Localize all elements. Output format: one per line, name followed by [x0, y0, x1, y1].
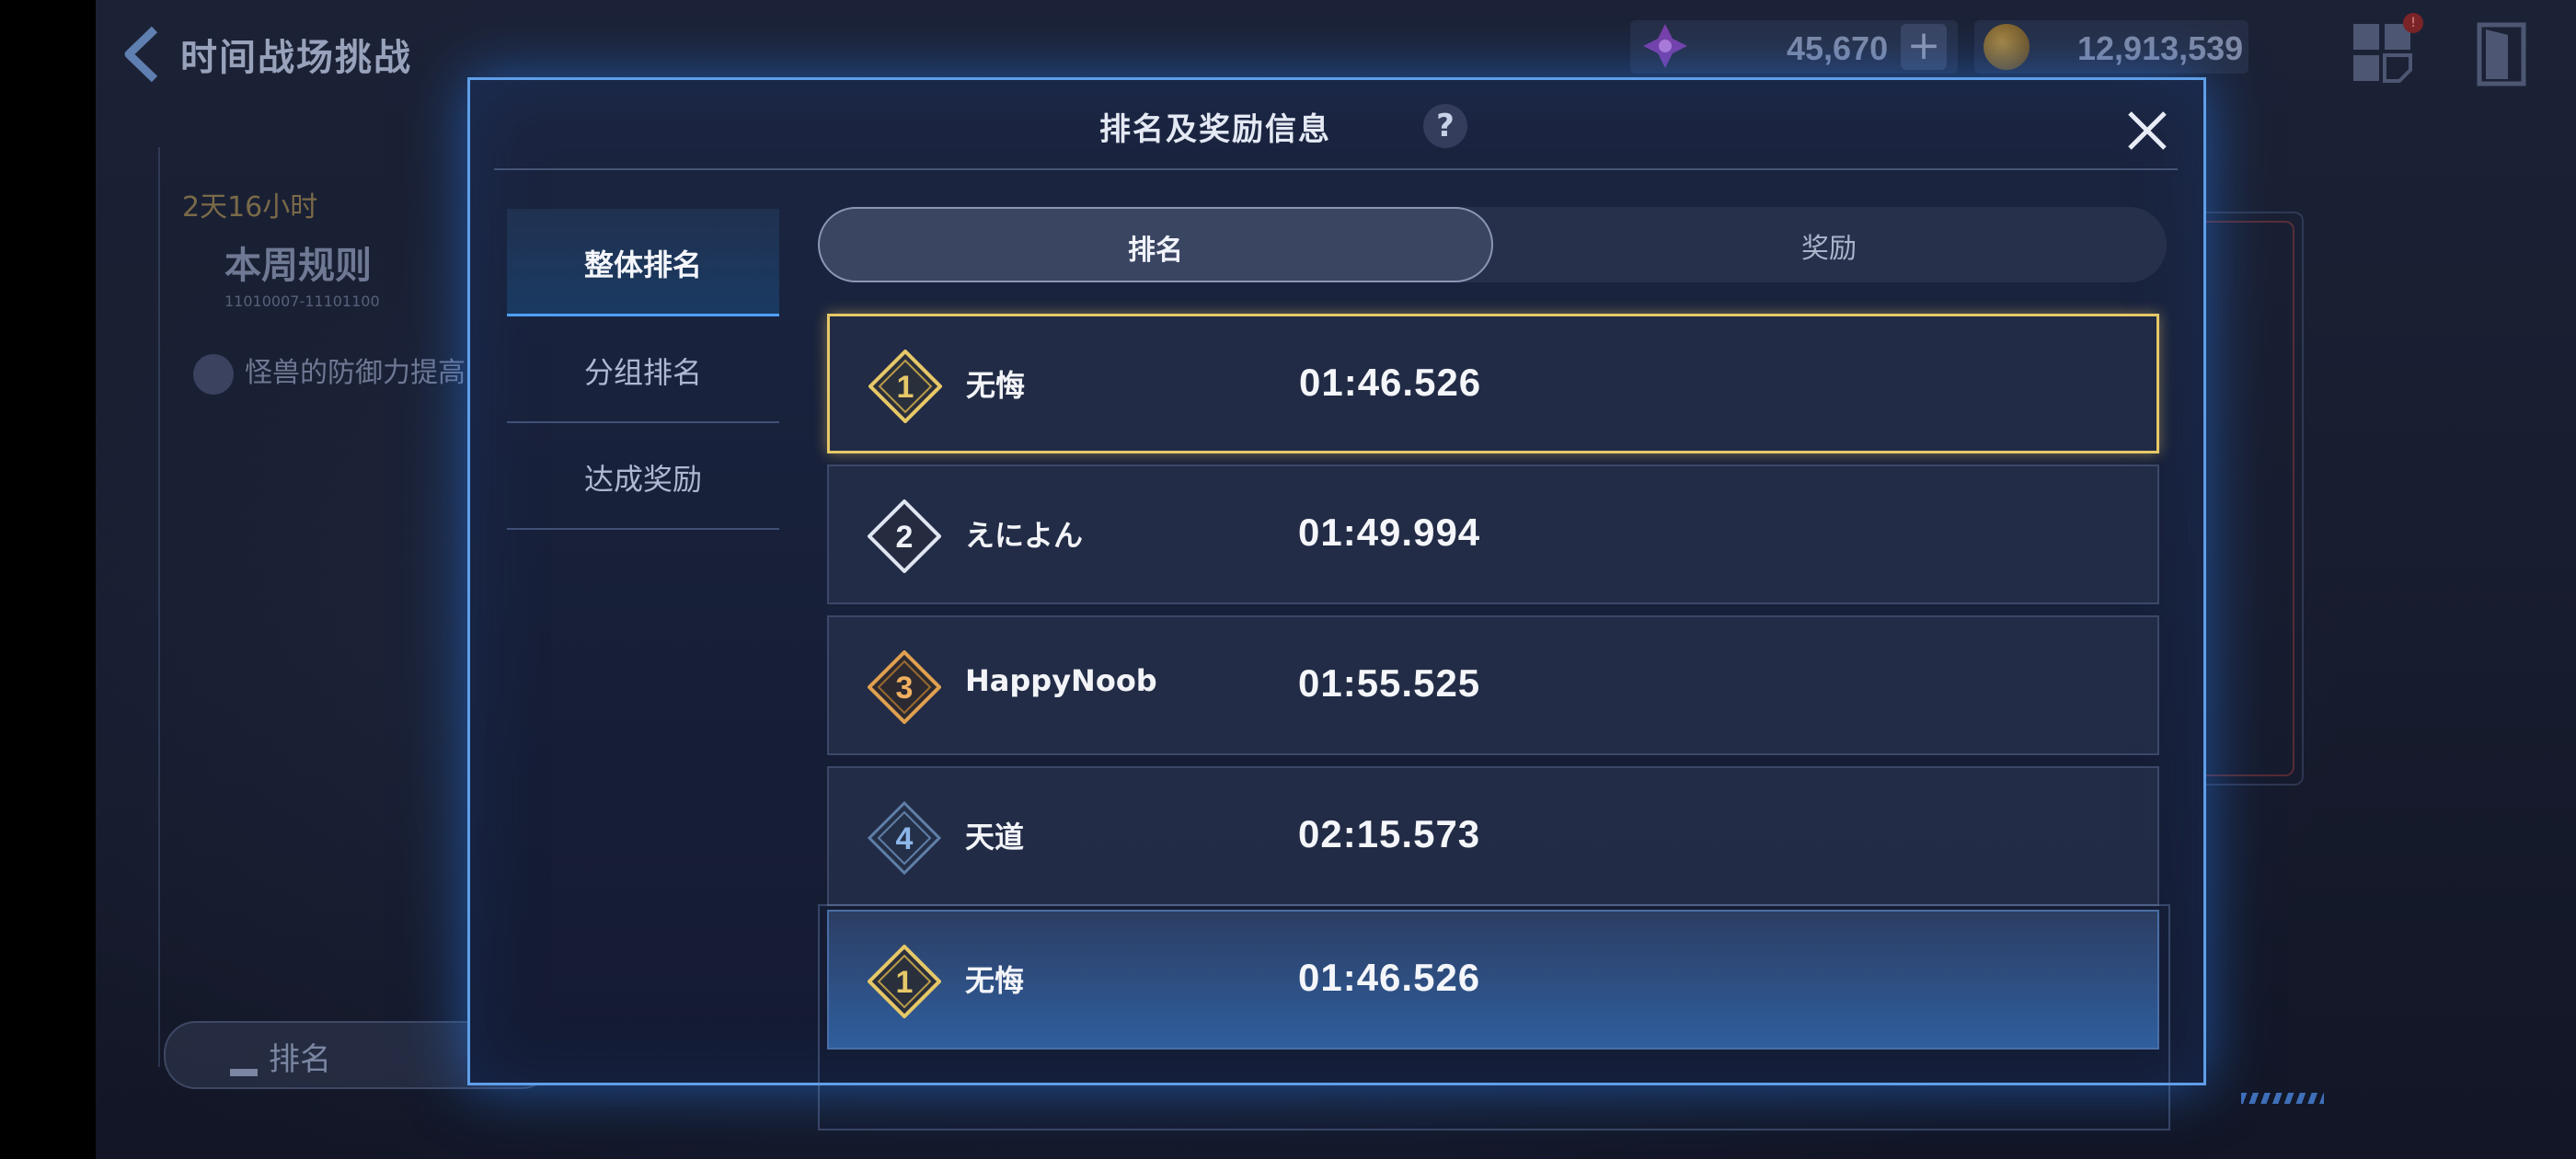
weekly-rule-code: 11010007-11101100 [224, 293, 380, 310]
decor-stripes [2241, 1093, 2324, 1104]
tab-rewards[interactable]: 奖励 [1491, 207, 2167, 279]
monster-rule-text: 怪兽的防御力提高 [193, 350, 466, 395]
player-name: 无悔 [966, 368, 1026, 403]
back-arrow-icon[interactable] [118, 22, 164, 86]
monster-rule-label: 怪兽的防御力提高 [245, 357, 466, 389]
coin-icon [1984, 24, 2030, 70]
monster-icon [193, 353, 234, 395]
help-button[interactable]: ? [1423, 104, 1467, 148]
left-black-bar [0, 0, 96, 1159]
menu-label: 整体排名 [583, 247, 702, 282]
rank-number: 1 [896, 965, 914, 1000]
player-name: えによん [965, 518, 1084, 553]
table-row[interactable]: 3 HappyNoob 01:55.525 [827, 615, 2159, 755]
rank-1-badge-icon: 1 [868, 350, 942, 423]
time-remaining: 2天16小时 [182, 191, 318, 224]
my-rank-row[interactable]: 1 无悔 01:46.526 [827, 910, 2159, 1050]
menu-group-ranking[interactable]: 分组排名 [507, 316, 779, 423]
player-name: 天道 [965, 820, 1025, 855]
exit-door-icon[interactable] [2477, 22, 2526, 86]
page-title: 时间战场挑战 [180, 37, 412, 79]
gem-amount: 45,670 [1787, 29, 1889, 67]
side-menu: 整体排名 分组排名 达成奖励 [507, 209, 779, 530]
close-icon[interactable] [2121, 104, 2174, 157]
clear-time: 01:49.994 [1298, 511, 1481, 554]
rank-number: 4 [896, 821, 914, 856]
clear-time: 01:46.526 [1298, 956, 1481, 999]
ranking-modal: 排名及奖励信息 ? 整体排名 分组排名 达成奖励 排名 奖励 1 无悔 01:4… [467, 77, 2206, 1130]
tab-ranking[interactable]: 排名 [818, 207, 1493, 282]
weekly-rule-title: 本周规则 [224, 245, 372, 287]
podium-icon [230, 1047, 258, 1076]
rank-4-badge-icon: 4 [868, 801, 941, 875]
menu-label: 分组排名 [583, 355, 702, 390]
notification-badge: ! [2403, 13, 2423, 33]
coin-amount: 12,913,539 [2077, 29, 2244, 67]
menu-label: 达成奖励 [583, 462, 702, 497]
modal-title: 排名及奖励信息 [1099, 111, 1331, 148]
tab-ranking-label: 排名 [1128, 235, 1183, 267]
rank-button-label: 排名 [269, 1041, 331, 1078]
table-row[interactable]: 2 えによん 01:49.994 [827, 465, 2159, 604]
tab-rewards-label: 奖励 [1801, 233, 1857, 265]
clear-time: 02:15.573 [1298, 812, 1481, 855]
rank-number: 2 [896, 520, 914, 555]
rank-button[interactable]: 排名 [230, 1034, 331, 1079]
menu-achievement-rewards[interactable]: 达成奖励 [507, 423, 779, 530]
player-name: HappyNoob [965, 663, 1157, 698]
table-row[interactable]: 1 无悔 01:46.526 [827, 314, 2159, 453]
rank-number: 1 [897, 370, 914, 405]
player-name: 无悔 [965, 963, 1025, 998]
menu-overall-ranking[interactable]: 整体排名 [507, 209, 779, 316]
rank-2-badge-icon: 2 [868, 499, 941, 573]
modal-header: 排名及奖励信息 ? [470, 80, 2203, 168]
rank-number: 3 [896, 671, 914, 706]
tab-bar: 排名 奖励 [818, 207, 2167, 282]
header-divider [494, 168, 2178, 170]
add-gems-button[interactable]: + [1901, 24, 1947, 70]
clear-time: 01:46.526 [1299, 361, 1482, 404]
rank-3-badge-icon: 3 [868, 650, 941, 724]
table-row[interactable]: 4 天道 02:15.573 [827, 766, 2159, 906]
rank-1-badge-icon: 1 [868, 945, 941, 1018]
menu-grid-icon[interactable] [2352, 22, 2412, 83]
gem-icon [1643, 24, 1687, 68]
clear-time: 01:55.525 [1298, 661, 1481, 705]
